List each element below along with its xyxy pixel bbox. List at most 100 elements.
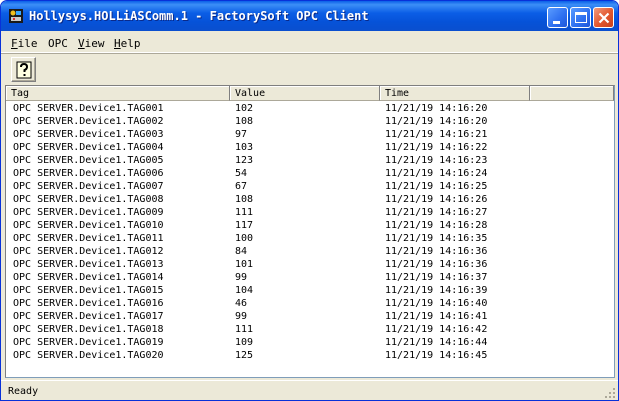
tag-cell: OPC SERVER.Device1.TAG010 xyxy=(13,220,164,231)
table-row[interactable]: OPC SERVER.Device1.TAG002 108 11/21/19 14:… xyxy=(6,115,614,128)
tag-cell: OPC SERVER.Device1.TAG013 xyxy=(13,259,164,270)
time-cell: 11/21/19 14:16:28 xyxy=(385,220,488,231)
tag-cell: OPC SERVER.Device1.TAG003 xyxy=(13,129,164,140)
time-cell: 11/21/19 14:16:22 xyxy=(385,142,488,153)
tag-cell: OPC SERVER.Device1.TAG017 xyxy=(13,311,164,322)
value-cell: 111 xyxy=(235,207,254,218)
table-row[interactable]: OPC SERVER.Device1.TAG011 100 11/21/19 14:… xyxy=(6,232,614,245)
time-cell: 11/21/19 14:16:41 xyxy=(385,311,488,322)
value-cell: 111 xyxy=(235,324,254,335)
app-window: Hollysys.HOLLiASComm.1 - FactorySoft OPC… xyxy=(0,0,619,401)
table-row[interactable]: OPC SERVER.Device1.TAG007 67 11/21/19 14:1… xyxy=(6,180,614,193)
time-cell: 11/21/19 14:16:26 xyxy=(385,194,488,205)
time-cell: 11/21/19 14:16:24 xyxy=(385,168,488,179)
menu-file-accel: F xyxy=(11,37,18,50)
value-cell: 99 xyxy=(235,311,248,322)
table-row[interactable]: OPC SERVER.Device1.TAG001 102 11/21/19 14:… xyxy=(6,102,614,115)
list-header: Tag Value Time xyxy=(6,86,614,101)
value-cell: 117 xyxy=(235,220,254,231)
table-row[interactable]: OPC SERVER.Device1.TAG003 97 11/21/19 14:1… xyxy=(6,128,614,141)
value-cell: 123 xyxy=(235,155,254,166)
maximize-button[interactable] xyxy=(570,7,591,28)
maximize-icon xyxy=(575,12,587,23)
tag-cell: OPC SERVER.Device1.TAG020 xyxy=(13,350,164,361)
time-cell: 11/21/19 14:16:39 xyxy=(385,285,488,296)
tag-cell: OPC SERVER.Device1.TAG019 xyxy=(13,337,164,348)
time-cell: 11/21/19 14:16:37 xyxy=(385,272,488,283)
time-cell: 11/21/19 14:16:36 xyxy=(385,259,488,270)
value-cell: 100 xyxy=(235,233,254,244)
menu-help[interactable]: Help xyxy=(114,37,141,50)
table-row[interactable]: OPC SERVER.Device1.TAG016 46 11/21/19 14:1… xyxy=(6,297,614,310)
value-cell: 102 xyxy=(235,103,254,114)
tag-cell: OPC SERVER.Device1.TAG009 xyxy=(13,207,164,218)
table-row[interactable]: OPC SERVER.Device1.TAG010 117 11/21/19 14:… xyxy=(6,219,614,232)
time-cell: 11/21/19 14:16:36 xyxy=(385,246,488,257)
value-cell: 99 xyxy=(235,272,248,283)
menu-file-rest: ile xyxy=(17,37,38,50)
time-cell: 11/21/19 14:16:44 xyxy=(385,337,488,348)
tag-list[interactable]: Tag Value Time OPC SERVER.Device1.TAG001… xyxy=(5,85,615,378)
menu-view-accel: V xyxy=(78,37,85,50)
close-icon xyxy=(598,12,610,24)
minimize-icon xyxy=(553,21,560,24)
value-cell: 104 xyxy=(235,285,254,296)
value-cell: 108 xyxy=(235,116,254,127)
time-cell: 11/21/19 14:16:35 xyxy=(385,233,488,244)
tag-cell: OPC SERVER.Device1.TAG014 xyxy=(13,272,164,283)
value-cell: 108 xyxy=(235,194,254,205)
menu-bar: File OPC View Help xyxy=(1,31,618,53)
tag-cell: OPC SERVER.Device1.TAG004 xyxy=(13,142,164,153)
value-cell: 103 xyxy=(235,142,254,153)
menu-opc[interactable]: OPC xyxy=(48,37,68,50)
time-cell: 11/21/19 14:16:27 xyxy=(385,207,488,218)
column-header-tag[interactable]: Tag xyxy=(6,86,230,101)
opc-app-icon[interactable] xyxy=(8,8,24,24)
column-header-value[interactable]: Value xyxy=(230,86,380,101)
value-cell: 46 xyxy=(235,298,248,309)
time-cell: 11/21/19 14:16:42 xyxy=(385,324,488,335)
tag-cell: OPC SERVER.Device1.TAG008 xyxy=(13,194,164,205)
menu-help-rest: elp xyxy=(120,37,141,50)
title-bar[interactable]: Hollysys.HOLLiASComm.1 - FactorySoft OPC… xyxy=(1,1,618,31)
value-cell: 67 xyxy=(235,181,248,192)
table-row[interactable]: OPC SERVER.Device1.TAG015 104 11/21/19 14:… xyxy=(6,284,614,297)
window-title: Hollysys.HOLLiASComm.1 - FactorySoft OPC… xyxy=(29,9,369,23)
help-question-icon xyxy=(16,61,32,79)
table-row[interactable]: OPC SERVER.Device1.TAG008 108 11/21/19 14:… xyxy=(6,193,614,206)
menu-view[interactable]: View xyxy=(78,37,105,50)
tag-cell: OPC SERVER.Device1.TAG007 xyxy=(13,181,164,192)
minimize-button[interactable] xyxy=(547,7,568,28)
table-row[interactable]: OPC SERVER.Device1.TAG019 109 11/21/19 14:… xyxy=(6,336,614,349)
table-row[interactable]: OPC SERVER.Device1.TAG004 103 11/21/19 14:… xyxy=(6,141,614,154)
column-header-time[interactable]: Time xyxy=(380,86,530,101)
table-row[interactable]: OPC SERVER.Device1.TAG006 54 11/21/19 14:1… xyxy=(6,167,614,180)
tag-cell: OPC SERVER.Device1.TAG001 xyxy=(13,103,164,114)
time-cell: 11/21/19 14:16:25 xyxy=(385,181,488,192)
table-row[interactable]: OPC SERVER.Device1.TAG005 123 11/21/19 14:… xyxy=(6,154,614,167)
column-header-empty[interactable] xyxy=(530,86,614,101)
table-row[interactable]: OPC SERVER.Device1.TAG013 101 11/21/19 14:… xyxy=(6,258,614,271)
table-row[interactable]: OPC SERVER.Device1.TAG014 99 11/21/19 14:1… xyxy=(6,271,614,284)
tag-cell: OPC SERVER.Device1.TAG016 xyxy=(13,298,164,309)
value-cell: 101 xyxy=(235,259,254,270)
value-cell: 84 xyxy=(235,246,248,257)
menu-file[interactable]: File xyxy=(11,37,38,50)
menu-help-accel: H xyxy=(114,37,121,50)
toolbar xyxy=(1,53,618,84)
close-button[interactable] xyxy=(593,7,614,28)
time-cell: 11/21/19 14:16:45 xyxy=(385,350,488,361)
tag-cell: OPC SERVER.Device1.TAG018 xyxy=(13,324,164,335)
table-row[interactable]: OPC SERVER.Device1.TAG017 99 11/21/19 14:1… xyxy=(6,310,614,323)
tag-cell: OPC SERVER.Device1.TAG011 xyxy=(13,233,164,244)
table-row[interactable]: OPC SERVER.Device1.TAG020 125 11/21/19 14:… xyxy=(6,349,614,362)
time-cell: 11/21/19 14:16:21 xyxy=(385,129,488,140)
tag-cell: OPC SERVER.Device1.TAG006 xyxy=(13,168,164,179)
resize-grip-icon[interactable] xyxy=(604,387,616,399)
table-row[interactable]: OPC SERVER.Device1.TAG018 111 11/21/19 14:… xyxy=(6,323,614,336)
value-cell: 109 xyxy=(235,337,254,348)
table-row[interactable]: OPC SERVER.Device1.TAG012 84 11/21/19 14:1… xyxy=(6,245,614,258)
table-row[interactable]: OPC SERVER.Device1.TAG009 111 11/21/19 14:… xyxy=(6,206,614,219)
help-button[interactable] xyxy=(11,57,36,82)
menu-view-rest: iew xyxy=(84,37,105,50)
